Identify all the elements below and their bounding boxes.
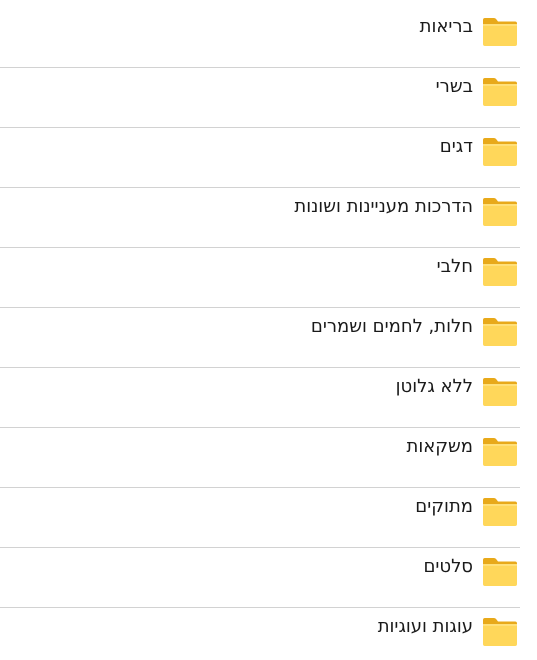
folder-item[interactable]: משקאות — [0, 420, 520, 480]
folder-item[interactable]: מתוקים — [0, 480, 520, 540]
folder-icon — [482, 377, 518, 407]
folder-item-content: מתוקים — [0, 480, 520, 540]
folder-icon — [482, 437, 518, 467]
folder-icon — [482, 557, 518, 587]
folder-label: מתוקים — [415, 496, 473, 517]
folder-label: דגים — [439, 136, 473, 157]
folder-item-content: עוגות ועוגיות — [0, 600, 520, 660]
folder-item[interactable]: בשרי — [0, 60, 520, 120]
folder-item[interactable]: דגים — [0, 120, 520, 180]
folder-item[interactable]: עוגות ועוגיות — [0, 600, 520, 660]
folder-item-content: דגים — [0, 120, 520, 180]
folder-label: חלות, לחמים ושמרים — [310, 316, 473, 337]
folder-label: עוגות ועוגיות — [377, 616, 473, 637]
folder-icon — [482, 257, 518, 287]
folder-icon — [482, 197, 518, 227]
folder-item-content: חלות, לחמים ושמרים — [0, 300, 520, 360]
folder-label: סלטים — [423, 556, 473, 577]
folder-label: הדרכות מעניינות ושונות — [294, 196, 473, 217]
folder-item[interactable]: סלטים — [0, 540, 520, 600]
folder-item-content: חלבי — [0, 240, 520, 300]
folder-item-content: ללא גלוטן — [0, 360, 520, 420]
folder-icon — [482, 617, 518, 647]
folder-icon — [482, 137, 518, 167]
folder-label: ללא גלוטן — [395, 376, 473, 397]
folder-label: משקאות — [406, 436, 473, 457]
folder-icon — [482, 497, 518, 527]
folder-item[interactable]: הדרכות מעניינות ושונות — [0, 180, 520, 240]
folder-item[interactable]: בריאות — [0, 0, 520, 60]
folder-item-content: בריאות — [0, 0, 520, 60]
folder-item-content: הדרכות מעניינות ושונות — [0, 180, 520, 240]
folder-item-content: בשרי — [0, 60, 520, 120]
folder-item[interactable]: חלבי — [0, 240, 520, 300]
folder-item-content: משקאות — [0, 420, 520, 480]
folder-list: בריאות בשרי דגים הדרכות מעניינות ושונות חלבי… — [0, 0, 537, 660]
folder-label: בריאות — [419, 16, 473, 37]
folder-icon — [482, 77, 518, 107]
folder-label: בשרי — [435, 76, 473, 97]
folder-icon — [482, 317, 518, 347]
folder-item[interactable]: חלות, לחמים ושמרים — [0, 300, 520, 360]
folder-item-content: סלטים — [0, 540, 520, 600]
folder-icon — [482, 17, 518, 47]
folder-label: חלבי — [436, 256, 473, 277]
folder-item[interactable]: ללא גלוטן — [0, 360, 520, 420]
